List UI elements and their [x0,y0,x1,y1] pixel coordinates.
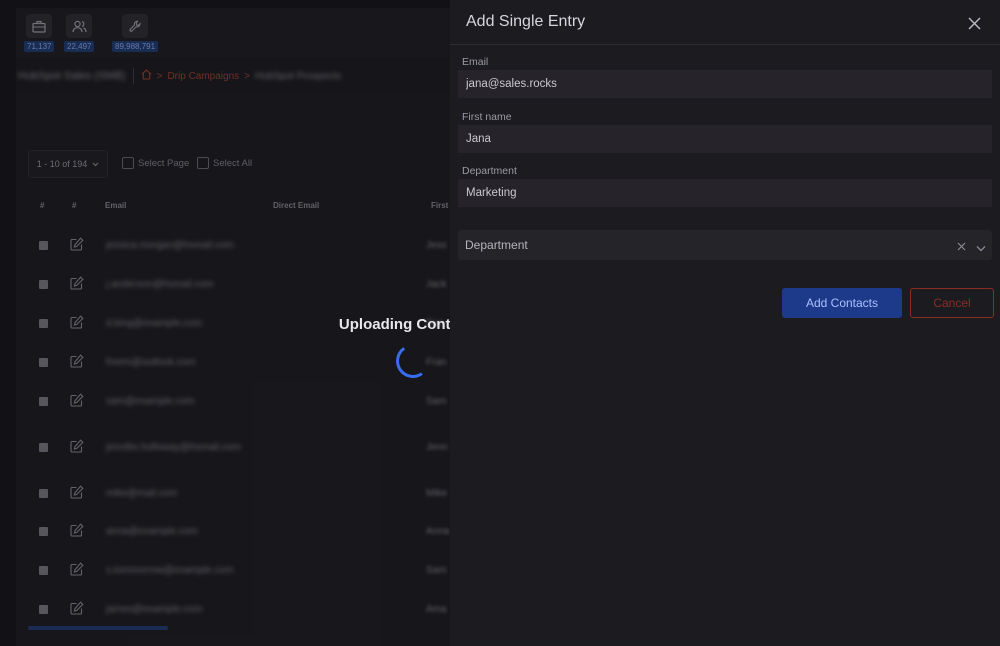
chevron-down-icon[interactable] [976,239,986,257]
add-single-entry-panel: Add Single Entry Email First name Depart… [450,0,1000,646]
department-label: Department [462,165,517,177]
add-contacts-button[interactable]: Add Contacts [782,288,902,318]
first-name-field[interactable] [458,125,992,153]
first-name-label: First name [462,111,512,123]
cancel-button[interactable]: Cancel [910,288,994,318]
email-field[interactable] [458,70,992,98]
department-select[interactable]: Department [458,230,992,260]
app: 71,137 22,497 89,988,791 HubSpot Sales (… [0,0,1000,646]
department-field[interactable] [458,179,992,207]
clear-icon[interactable] [957,238,966,256]
email-label: Email [462,56,489,68]
select-value: Department [465,238,528,252]
panel-title: Add Single Entry [466,13,586,30]
close-icon[interactable] [964,13,984,33]
panel-header: Add Single Entry [450,0,1000,45]
